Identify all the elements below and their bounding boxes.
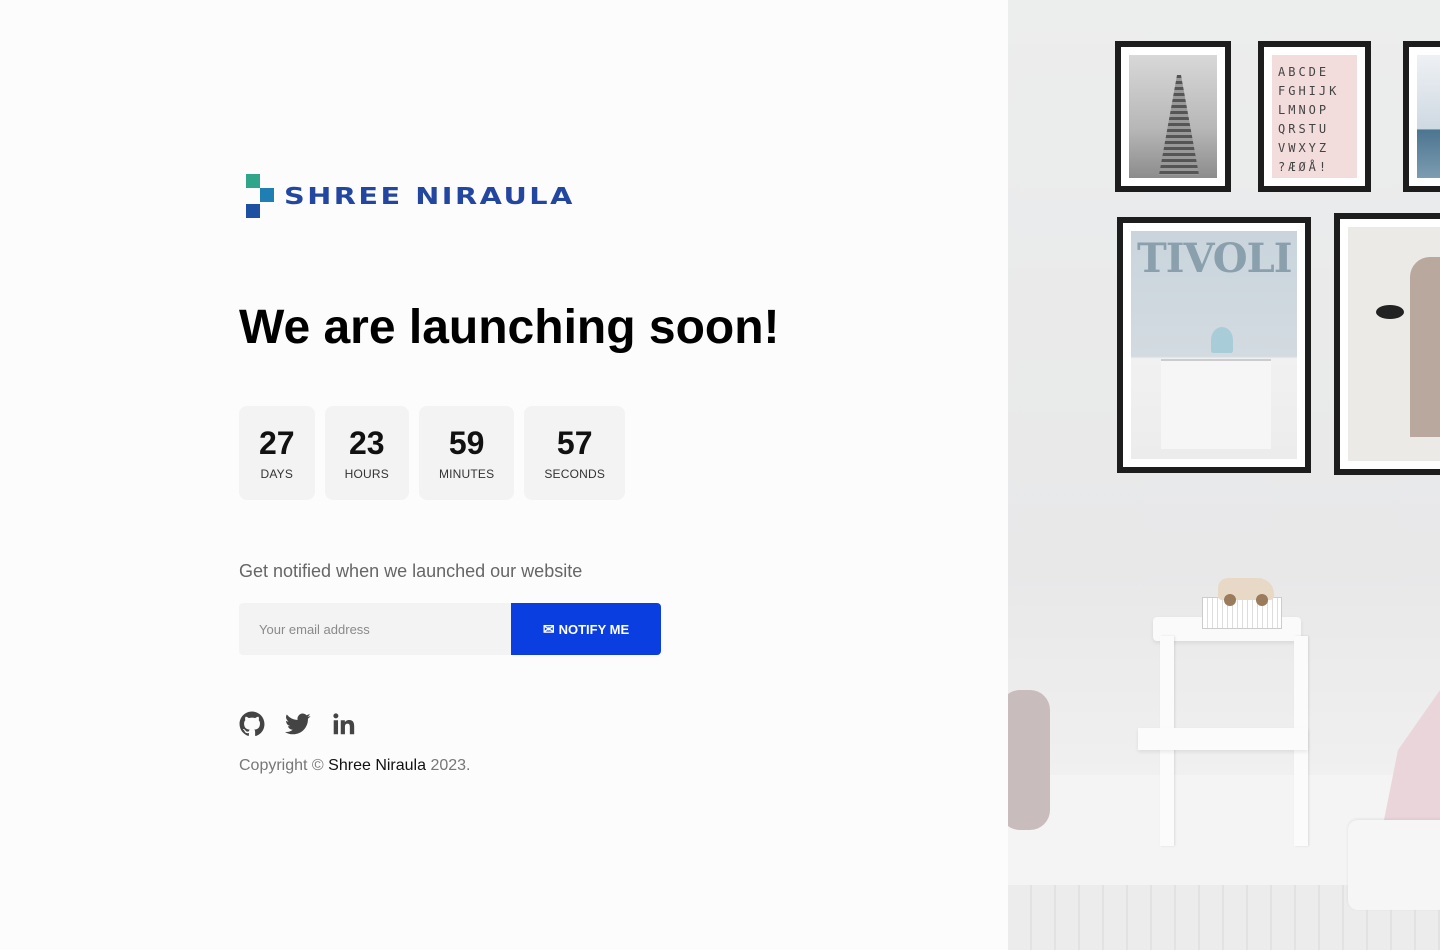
brand-name: SHREE NIRAULA [284, 184, 575, 210]
teddy-bear [1008, 690, 1050, 830]
copyright-year: 2023. [430, 757, 471, 774]
countdown-timer: 27 DAYS 23 HOURS 59 MINUTES 57 SECONDS [239, 406, 626, 500]
logo-mark-icon [246, 174, 276, 220]
countdown-seconds: 57 SECONDS [524, 406, 626, 500]
frame-bird-poster [1334, 213, 1440, 475]
frame-pier-poster [1115, 41, 1231, 192]
tivoli-poster-text: TIVOLI [1137, 235, 1292, 282]
notify-me-button[interactable]: ✉ NOTIFY ME [511, 603, 661, 655]
hero-illustration: ABCDE FGHIJK LMNOP QRSTU VWXYZ ?ÆØÅ! TIV… [1008, 0, 1440, 950]
social-links [239, 711, 357, 737]
linkedin-icon [333, 713, 355, 735]
launch-panel: SHREE NIRAULA We are launching soon! 27 … [0, 0, 1008, 950]
github-link[interactable] [239, 711, 265, 737]
frame-alphabet-poster: ABCDE FGHIJK LMNOP QRSTU VWXYZ ?ÆØÅ! [1258, 41, 1371, 192]
stool-step [1138, 728, 1308, 750]
countdown-value: 23 [348, 425, 385, 461]
countdown-minutes: 59 MINUTES [418, 406, 515, 500]
brand-logo[interactable]: SHREE NIRAULA [246, 174, 572, 220]
copyright-prefix: Copyright © [239, 757, 324, 774]
alphabet-poster-text: ABCDE FGHIJK LMNOP QRSTU VWXYZ ?ÆØÅ! [1278, 65, 1340, 174]
copyright-text: Copyright © Shree Niraula 2023. [239, 757, 471, 775]
countdown-label: HOURS [344, 467, 389, 481]
twitter-icon [285, 713, 311, 735]
page-title: We are launching soon! [239, 301, 780, 354]
notify-button-label: NOTIFY ME [558, 621, 630, 637]
toy-car [1218, 578, 1274, 606]
linkedin-link[interactable] [331, 711, 357, 737]
frame-tivoli-poster: TIVOLI [1117, 217, 1311, 473]
frame-sea-poster [1403, 41, 1440, 192]
countdown-hours: 23 HOURS [324, 406, 409, 500]
countdown-label: DAYS [260, 467, 294, 481]
floor-cushion [1348, 820, 1440, 910]
gift-box [1202, 597, 1282, 629]
github-icon [239, 711, 265, 737]
twitter-link[interactable] [285, 711, 311, 737]
countdown-value: 59 [448, 425, 485, 461]
countdown-label: MINUTES [438, 467, 495, 481]
countdown-value: 57 [556, 425, 593, 461]
countdown-days: 27 DAYS [239, 406, 315, 500]
notify-description: Get notified when we launched our websit… [239, 561, 583, 581]
notify-form: ✉ NOTIFY ME [239, 603, 661, 655]
countdown-label: SECONDS [544, 467, 606, 481]
email-field[interactable] [239, 603, 511, 655]
countdown-value: 27 [259, 425, 295, 461]
copyright-link[interactable]: Shree Niraula [328, 757, 426, 774]
envelope-icon: ✉ [542, 620, 555, 637]
